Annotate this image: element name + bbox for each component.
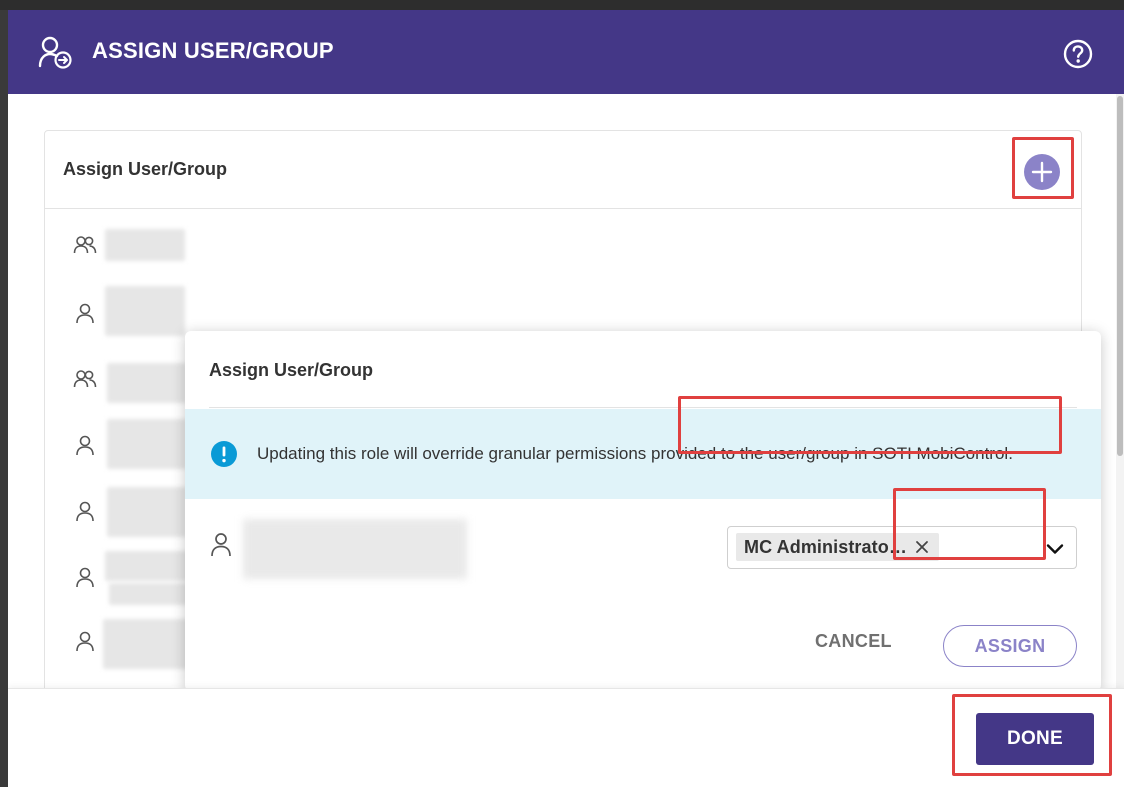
user-icon [211,533,231,557]
info-icon [211,441,237,467]
group-icon [73,236,97,254]
assign-popover: Assign User/Group Updating this role wil… [185,331,1101,691]
user-assign-icon [38,36,72,69]
redacted-name [105,229,185,261]
group-icon [73,370,97,388]
user-icon [76,567,94,588]
user-icon [76,631,94,652]
redacted-name [107,419,187,469]
modal-scrollbar[interactable] [1116,94,1124,694]
cancel-button[interactable]: CANCEL [815,631,892,652]
assign-user-group-modal: ASSIGN USER/GROUP Assign User/Group Assi… [8,10,1124,787]
redacted-name [107,363,187,403]
chevron-down-icon[interactable] [1046,543,1064,555]
info-message: Updating this role will override granula… [257,444,1013,463]
close-icon[interactable] [915,540,929,554]
popover-divider [209,407,1077,408]
user-icon [76,501,94,522]
backdrop [0,0,1124,10]
popover-title: Assign User/Group [209,360,374,380]
redacted-name [105,286,185,336]
modal-footer: DONE [8,688,1124,787]
modal-header: ASSIGN USER/GROUP [8,10,1124,94]
user-icon [76,303,94,324]
card-title: Assign User/Group [63,159,228,179]
redacted-name [105,551,195,581]
done-button[interactable]: DONE [976,713,1094,765]
redacted-user-name [243,519,467,579]
info-banner: Updating this role will override granula… [185,409,1101,499]
role-select[interactable]: MC Administrato… [727,526,1077,569]
help-icon[interactable] [1063,39,1093,69]
scrollbar-thumb[interactable] [1117,96,1123,456]
redacted-name [107,487,187,537]
modal-title: ASSIGN USER/GROUP [92,38,334,63]
user-icon [76,435,94,456]
assign-user-group-card: Assign User/Group Assign User/Group Upda… [44,130,1101,710]
add-user-group-button[interactable] [1024,154,1060,190]
role-chip: MC Administrato… [736,533,939,561]
role-chip-label: MC Administrato… [744,536,907,557]
assign-button[interactable]: ASSIGN [943,625,1077,667]
plus-icon [1031,161,1053,183]
card-header: Assign User/Group [45,131,1081,209]
